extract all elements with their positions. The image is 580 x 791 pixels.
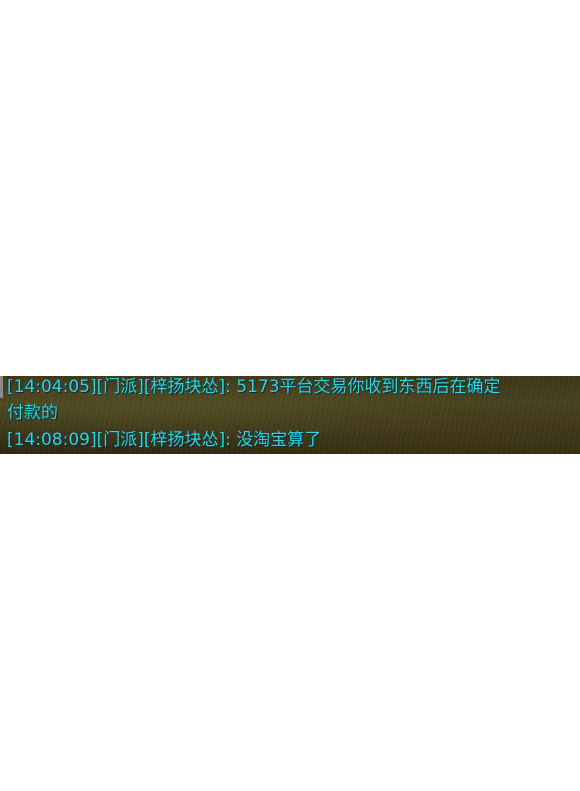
message-sender[interactable]: [梓扬块怂]: [144, 430, 225, 450]
message-text: 5173平台交易你收到东西后在确定: [236, 377, 501, 397]
message-text: 没淘宝算了: [236, 430, 322, 450]
chat-message: [14:08:09][门派][梓扬块怂]: 没淘宝算了: [7, 429, 321, 451]
message-timestamp: [14:04:05]: [7, 377, 97, 397]
message-separator: :: [225, 377, 231, 397]
chat-message: [14:04:05][门派][梓扬块怂]: 5173平台交易你收到东西后在确定: [7, 376, 501, 398]
message-separator: :: [225, 430, 231, 450]
chat-log-panel: [14:04:05][门派][梓扬块怂]: 5173平台交易你收到东西后在确定 …: [0, 376, 580, 454]
message-sender[interactable]: [梓扬块怂]: [144, 377, 225, 397]
chat-message-continuation: 付款的: [7, 402, 58, 424]
message-timestamp: [14:08:09]: [7, 430, 97, 450]
message-channel[interactable]: [门派]: [97, 430, 144, 450]
message-text-wrap: 付款的: [7, 403, 58, 423]
message-channel[interactable]: [门派]: [97, 377, 144, 397]
panel-edge-marker: [0, 376, 3, 398]
